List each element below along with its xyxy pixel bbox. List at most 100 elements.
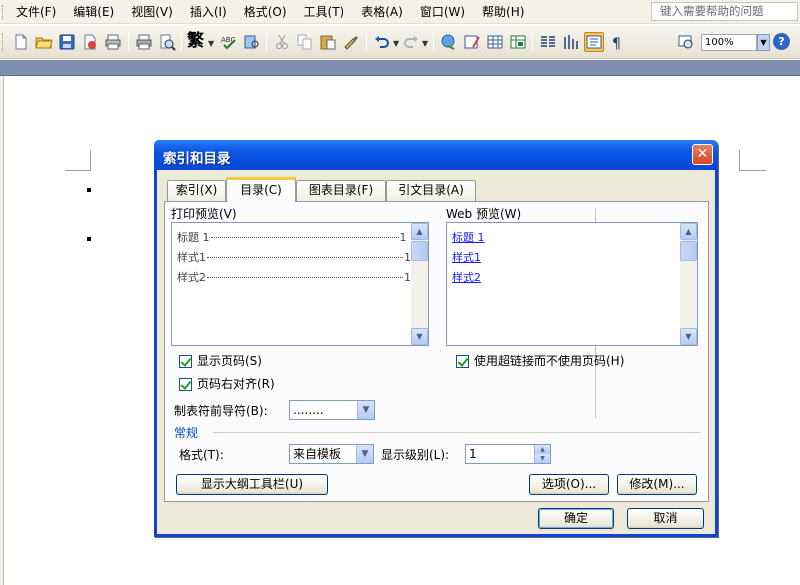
toolbar-grip[interactable] xyxy=(2,33,5,51)
drawing-icon[interactable] xyxy=(561,32,581,52)
columns-icon[interactable] xyxy=(538,32,558,52)
modify-button[interactable]: 修改(M)... xyxy=(617,474,697,495)
standard-toolbar: 繁 ▼ ABC ▼ ▼ ¶ 100% ▼ ? xyxy=(0,25,800,59)
spin-down-icon[interactable]: ▼ xyxy=(534,454,550,463)
menu-tools[interactable]: 工具(T) xyxy=(302,4,347,20)
help-search-input[interactable]: 键入需要帮助的问题 xyxy=(651,2,798,21)
show-hide-icon[interactable]: ¶ xyxy=(607,32,627,52)
menu-insert[interactable]: 插入(I) xyxy=(188,4,229,20)
ok-button[interactable]: 确定 xyxy=(538,508,614,529)
print-preview-scrollbar[interactable]: ▲ ▼ xyxy=(411,223,428,345)
format-painter-icon[interactable] xyxy=(341,32,361,52)
cut-icon[interactable] xyxy=(272,32,292,52)
toolbar-separator xyxy=(128,33,129,51)
tab-leader-value: ........ xyxy=(293,403,324,417)
tab-leader-label: 制表符前导符(B): xyxy=(174,404,268,418)
chevron-down-icon[interactable]: ▼ xyxy=(393,39,399,48)
dialog-title: 索引和目录 xyxy=(163,151,231,167)
preview-line: 标题 11 xyxy=(177,231,407,244)
menu-format[interactable]: 格式(O) xyxy=(242,4,289,20)
format-value: 来自模板 xyxy=(293,447,342,461)
web-preview-scrollbar[interactable]: ▲ ▼ xyxy=(680,223,697,345)
dialog-client: 索引(X) 目录(C) 图表目录(F) 引文目录(A) 打印预览(V) 标题 1… xyxy=(157,170,715,534)
menu-edit[interactable]: 编辑(E) xyxy=(71,4,116,20)
chevron-down-icon[interactable]: ▼ xyxy=(356,445,373,463)
scroll-up-icon[interactable]: ▲ xyxy=(411,223,428,240)
web-preview-label: Web 预览(W) xyxy=(446,207,522,221)
document-left-edge xyxy=(0,76,4,585)
undo-icon[interactable] xyxy=(372,32,392,52)
show-page-numbers-checkbox[interactable] xyxy=(179,355,192,368)
redo-icon[interactable] xyxy=(401,32,421,52)
scrollbar-thumb[interactable] xyxy=(411,241,428,261)
document-map-icon[interactable] xyxy=(584,32,604,52)
web-preview-link[interactable]: 样式2 xyxy=(452,271,481,284)
tab-toc[interactable]: 目录(C) xyxy=(226,177,296,202)
toolbar-separator xyxy=(181,33,182,51)
show-levels-spinner[interactable]: 1 ▲ ▼ xyxy=(465,444,551,464)
menu-file[interactable]: 文件(F) xyxy=(14,4,58,20)
chevron-down-icon[interactable]: ▼ xyxy=(208,39,214,48)
right-align-checkbox[interactable] xyxy=(179,378,192,391)
insert-table-icon[interactable] xyxy=(485,32,505,52)
right-align-label[interactable]: 页码右对齐(R) xyxy=(197,377,275,391)
scroll-up-icon[interactable]: ▲ xyxy=(680,223,697,240)
show-outline-toolbar-button[interactable]: 显示大纲工具栏(U) xyxy=(176,474,328,495)
tab-index[interactable]: 索引(X) xyxy=(167,180,226,201)
toc-tab-panel: 打印预览(V) 标题 11 样式1 1 样式2 1 ▲ ▼ Web 预览(W) 标题… xyxy=(164,201,709,502)
spin-up-icon[interactable]: ▲ xyxy=(534,445,550,454)
print-preview-box: 标题 11 样式1 1 样式2 1 ▲ ▼ xyxy=(171,222,429,346)
traditional-chinese-button[interactable]: 繁 xyxy=(187,31,204,51)
print-icon[interactable] xyxy=(103,32,123,52)
chevron-down-icon[interactable]: ▼ xyxy=(422,39,428,48)
help-icon[interactable]: ? xyxy=(773,33,790,50)
spelling-icon[interactable]: ABC xyxy=(219,32,239,52)
open-folder-icon[interactable] xyxy=(34,32,54,52)
research-icon[interactable] xyxy=(242,32,262,52)
paste-icon[interactable] xyxy=(318,32,338,52)
reading-icon[interactable] xyxy=(676,32,696,52)
insert-excel-icon[interactable] xyxy=(508,32,528,52)
zoom-dropdown-chevron-down-icon[interactable]: ▼ xyxy=(757,34,770,51)
menubar-grip[interactable] xyxy=(2,5,5,19)
menu-table[interactable]: 表格(A) xyxy=(359,4,405,20)
index-and-tables-dialog: 索引和目录 ✕ 索引(X) 目录(C) 图表目录(F) 引文目录(A) 打印预览… xyxy=(154,140,718,537)
permission-icon[interactable] xyxy=(80,32,100,52)
options-button[interactable]: 选项(O)... xyxy=(529,474,609,495)
menu-bar: 文件(F) 编辑(E) 视图(V) 插入(I) 格式(O) 工具(T) 表格(A… xyxy=(0,0,800,24)
tab-figures[interactable]: 图表目录(F) xyxy=(296,180,386,201)
web-preview-link[interactable]: 标题 1 xyxy=(452,231,485,244)
tables-borders-icon[interactable] xyxy=(462,32,482,52)
close-icon[interactable]: ✕ xyxy=(692,144,713,165)
menu-help[interactable]: 帮助(H) xyxy=(480,4,526,20)
toolbar-separator xyxy=(433,33,434,51)
chevron-down-icon[interactable]: ▼ xyxy=(357,401,374,419)
ruler xyxy=(0,60,800,76)
save-icon[interactable] xyxy=(57,32,77,52)
toolbar-separator xyxy=(266,33,267,51)
print-preview-icon[interactable] xyxy=(157,32,177,52)
tab-authorities[interactable]: 引文目录(A) xyxy=(386,180,476,201)
scrollbar-thumb[interactable] xyxy=(680,241,697,261)
menu-view[interactable]: 视图(V) xyxy=(129,4,175,20)
format-select[interactable]: 来自模板 ▼ xyxy=(289,444,374,464)
zoom-combo[interactable]: 100% xyxy=(701,34,757,51)
scroll-down-icon[interactable]: ▼ xyxy=(411,328,428,345)
scroll-down-icon[interactable]: ▼ xyxy=(680,328,697,345)
group-separator xyxy=(213,432,701,433)
tab-leader-select[interactable]: ........ ▼ xyxy=(289,400,375,420)
print-icon-2[interactable] xyxy=(134,32,154,52)
use-hyperlinks-label[interactable]: 使用超链接而不使用页码(H) xyxy=(474,354,624,368)
web-preview-link[interactable]: 样式1 xyxy=(452,251,481,264)
new-document-icon[interactable] xyxy=(11,32,31,52)
preview-line: 样式2 1 xyxy=(177,271,411,284)
cancel-button[interactable]: 取消 xyxy=(627,508,704,529)
svg-text:¶: ¶ xyxy=(612,36,621,51)
dialog-titlebar[interactable]: 索引和目录 ✕ xyxy=(154,140,718,170)
show-page-numbers-label[interactable]: 显示页码(S) xyxy=(197,354,262,368)
general-group-label: 常规 xyxy=(174,426,199,440)
use-hyperlinks-checkbox[interactable] xyxy=(456,355,469,368)
hyperlink-icon[interactable] xyxy=(439,32,459,52)
menu-window[interactable]: 窗口(W) xyxy=(418,4,467,20)
copy-icon[interactable] xyxy=(295,32,315,52)
